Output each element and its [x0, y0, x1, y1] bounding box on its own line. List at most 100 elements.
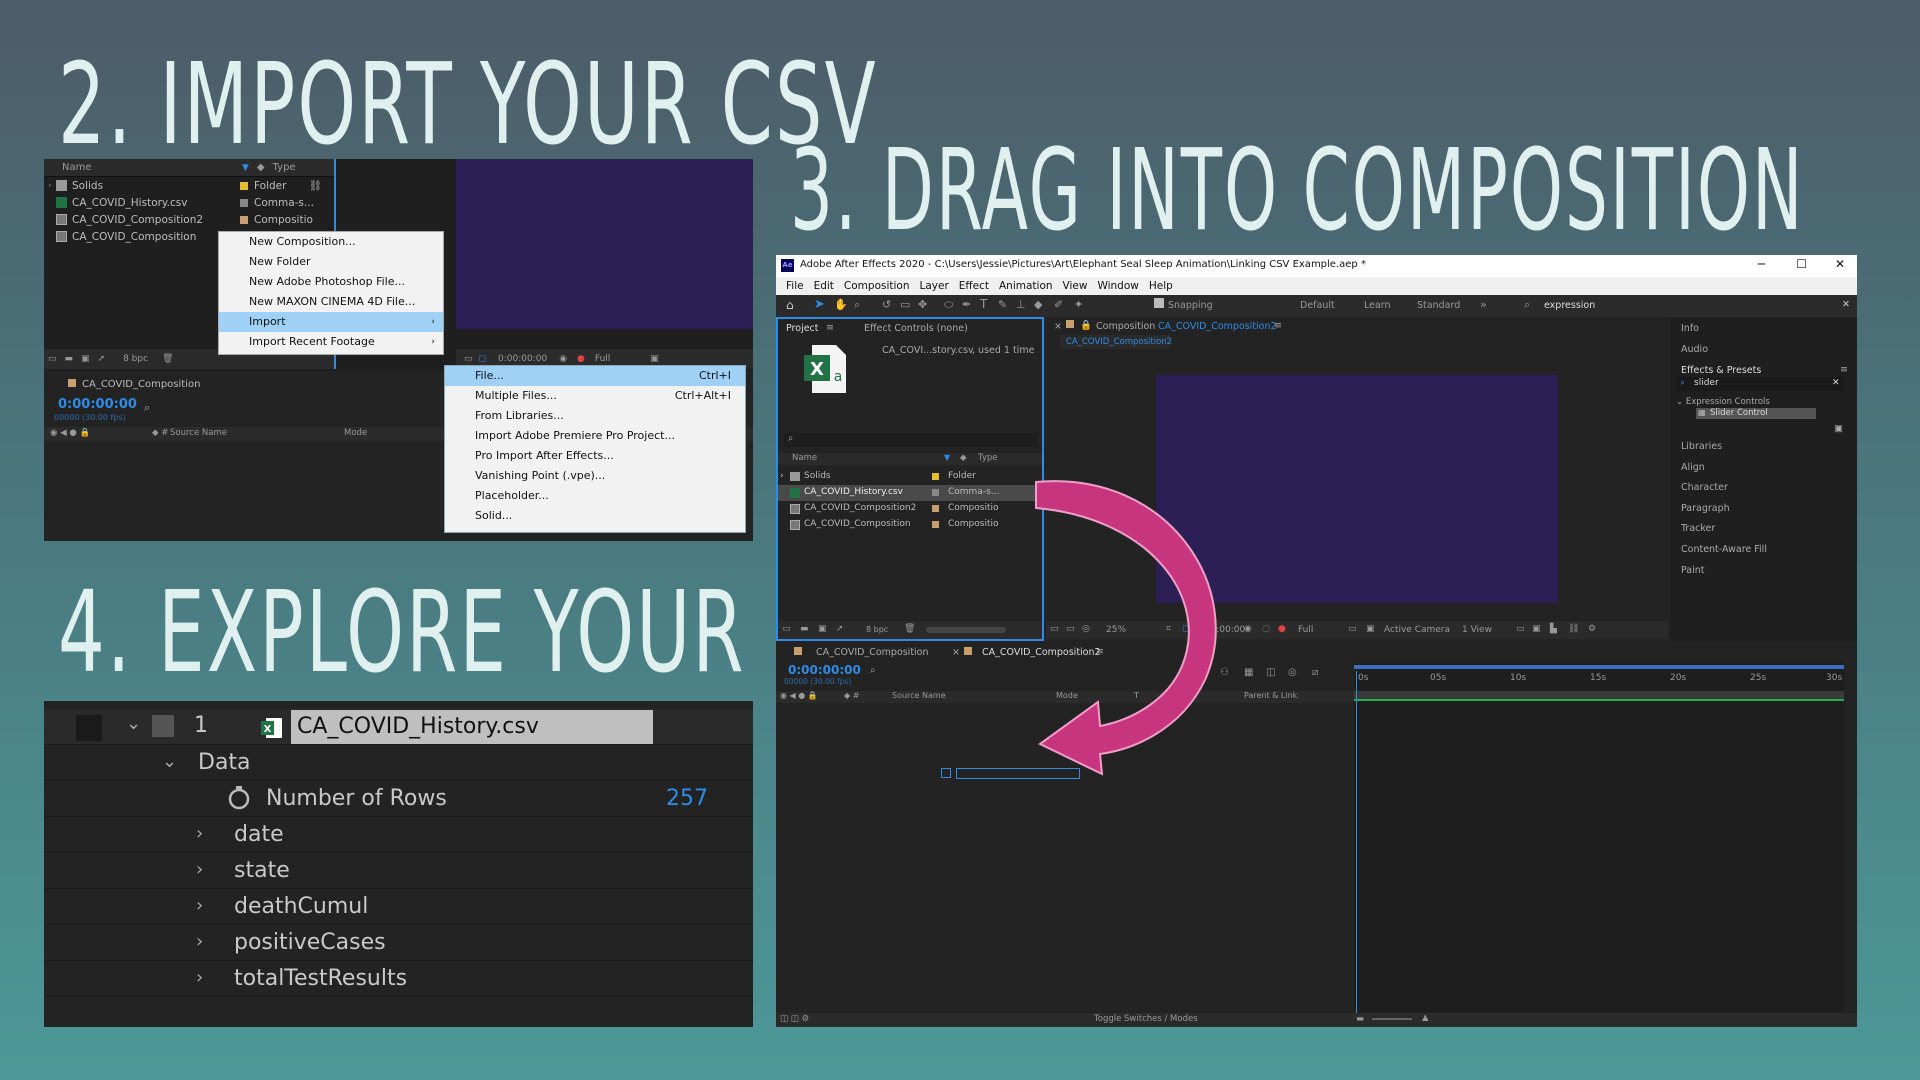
- timeline-graph-area[interactable]: 0s 05s 10s 15s 20s 25s 30s: [1354, 663, 1844, 1019]
- fast-previews-icon[interactable]: ▭: [1348, 624, 1357, 634]
- menu-help[interactable]: Help: [1149, 280, 1173, 292]
- menu-effect[interactable]: Effect: [959, 280, 989, 292]
- character-panel-tab[interactable]: Character: [1681, 482, 1728, 493]
- workspace-default[interactable]: Default: [1300, 300, 1335, 311]
- parent-link-column[interactable]: Parent & Link: [1244, 691, 1297, 700]
- ellipse-tool-icon[interactable]: ⬭: [944, 298, 953, 312]
- motion-blur-icon[interactable]: ◫: [1266, 667, 1275, 678]
- project-item[interactable]: CA_COVID_Composition2 Compositio: [44, 211, 334, 228]
- menu-item-new-photoshop-file[interactable]: New Adobe Photoshop File...: [219, 272, 443, 292]
- bpc-toggle[interactable]: 8 bpc: [866, 625, 888, 634]
- chevron-right-icon[interactable]: ›: [196, 823, 203, 844]
- mode-column[interactable]: Mode: [344, 428, 367, 438]
- resolution-select[interactable]: Full: [1298, 625, 1313, 635]
- panel-menu-icon[interactable]: ≡: [826, 322, 834, 333]
- menu-item-import[interactable]: Import ›: [219, 312, 443, 332]
- view-layout-select[interactable]: 1 View: [1462, 625, 1492, 635]
- transparency-grid-icon[interactable]: ▣: [1366, 624, 1375, 634]
- submenu-item-solid[interactable]: Solid...: [445, 506, 745, 526]
- menu-window[interactable]: Window: [1097, 280, 1138, 292]
- clear-search-icon[interactable]: ✕: [1832, 378, 1840, 388]
- chevron-right-icon[interactable]: ›: [780, 471, 784, 481]
- name-column[interactable]: Name: [62, 162, 242, 173]
- zoom-tool-icon[interactable]: ⌕: [854, 298, 860, 312]
- submenu-item-placeholder[interactable]: Placeholder...: [445, 486, 745, 506]
- submenu-item-multiple-files[interactable]: Multiple Files... Ctrl+Alt+I: [445, 386, 745, 406]
- new-composition-icon[interactable]: ▣: [81, 354, 90, 364]
- viewer-timecode[interactable]: 0:00:00:00: [498, 354, 547, 364]
- menu-edit[interactable]: Edit: [814, 280, 834, 292]
- clear-search-icon[interactable]: ✕: [1842, 299, 1850, 310]
- rotate-tool-icon[interactable]: ↺: [882, 298, 891, 311]
- eraser-tool-icon[interactable]: ◆: [1034, 298, 1042, 311]
- type-column[interactable]: Type: [978, 453, 998, 463]
- info-panel-tab[interactable]: Info: [1681, 323, 1699, 334]
- source-name-column[interactable]: Source Name: [892, 691, 946, 700]
- region-of-interest-icon[interactable]: ◻: [479, 354, 486, 364]
- submenu-item-pro-import[interactable]: Pro Import After Effects...: [445, 446, 745, 466]
- chevron-down-icon[interactable]: ⌄: [126, 713, 141, 734]
- label-swatch[interactable]: [240, 181, 248, 190]
- camera-select[interactable]: Active Camera: [1384, 625, 1450, 635]
- brush-tool-icon[interactable]: ✎: [998, 298, 1007, 311]
- project-search-input[interactable]: ⌕: [784, 433, 1038, 447]
- help-search-input[interactable]: expression: [1544, 300, 1595, 311]
- workspace-learn[interactable]: Learn: [1364, 300, 1391, 311]
- settings-icon[interactable]: ⚙: [1588, 624, 1596, 634]
- project-tab[interactable]: Project: [786, 323, 819, 334]
- new-composition-icon[interactable]: ▣: [818, 624, 827, 634]
- snapshot-icon[interactable]: ▭: [464, 354, 473, 364]
- field-row[interactable]: › deathCumul: [44, 889, 753, 925]
- graph-editor-icon[interactable]: ◎: [1288, 667, 1297, 678]
- libraries-panel-tab[interactable]: Libraries: [1681, 441, 1722, 452]
- menu-item-new-cinema4d-file[interactable]: New MAXON CINEMA 4D File...: [219, 292, 443, 312]
- menu-layer[interactable]: Layer: [920, 280, 949, 292]
- label-swatch[interactable]: [932, 489, 939, 496]
- audio-panel-tab[interactable]: Audio: [1681, 344, 1708, 355]
- interpret-footage-icon[interactable]: ▭: [48, 354, 57, 364]
- menu-item-import-recent-footage[interactable]: Import Recent Footage ›: [219, 332, 443, 352]
- channel-icon[interactable]: ●: [577, 354, 585, 364]
- trash-icon[interactable]: 🗑: [904, 624, 915, 634]
- panel-menu-icon[interactable]: ≡: [1274, 320, 1282, 331]
- label-swatch[interactable]: [240, 215, 248, 224]
- menu-animation[interactable]: Animation: [999, 280, 1053, 292]
- horizontal-scrollbar[interactable]: [926, 627, 1006, 633]
- lock-icon[interactable]: 🔒: [1080, 320, 1092, 331]
- align-panel-tab[interactable]: Align: [1681, 462, 1705, 473]
- chevron-right-icon[interactable]: ›: [196, 931, 203, 952]
- clone-stamp-tool-icon[interactable]: ⊥: [1016, 298, 1026, 311]
- selection-tool-icon[interactable]: ➤: [814, 297, 825, 312]
- zoom-in-icon[interactable]: ▲: [1422, 1013, 1429, 1023]
- tracker-panel-tab[interactable]: Tracker: [1681, 523, 1715, 534]
- project-item[interactable]: CA_COVID_Composition2 Compositio: [778, 501, 1042, 517]
- roto-brush-tool-icon[interactable]: ✐: [1054, 298, 1063, 311]
- reset-exposure-icon[interactable]: ▣: [1532, 624, 1541, 634]
- hand-tool-icon[interactable]: ✋: [834, 298, 848, 311]
- stopwatch-icon[interactable]: [226, 785, 252, 815]
- paragraph-panel-tab[interactable]: Paragraph: [1681, 503, 1730, 514]
- field-row[interactable]: › totalTestResults: [44, 961, 753, 997]
- color-channel-icon[interactable]: ●: [1278, 624, 1286, 634]
- toggle-pixel-aspect-icon[interactable]: ▭: [1516, 624, 1525, 634]
- home-icon[interactable]: ⌂: [786, 298, 794, 312]
- property-value[interactable]: 257: [666, 786, 708, 811]
- new-folder-icon[interactable]: ▬: [65, 354, 74, 364]
- effects-search-input[interactable]: ⌕ slider ✕: [1676, 377, 1844, 391]
- pan-behind-tool-icon[interactable]: ✥: [918, 298, 927, 311]
- composition-name[interactable]: CA_COVID_Composition2: [1158, 321, 1277, 332]
- menu-file[interactable]: File: [786, 280, 804, 292]
- paint-panel-tab[interactable]: Paint: [1681, 565, 1705, 576]
- resolution-select[interactable]: Full: [595, 354, 610, 364]
- timeline-tab[interactable]: CA_COVID_Composition: [816, 647, 929, 658]
- view-options-icon[interactable]: ▣: [650, 354, 659, 364]
- layer-switches-icon[interactable]: ◫ ◫ ⚙: [780, 1014, 809, 1024]
- submenu-item-vanishing-point[interactable]: Vanishing Point (.vpe)...: [445, 466, 745, 486]
- trash-icon[interactable]: 🗑: [162, 354, 173, 364]
- maximize-icon[interactable]: ☐: [1796, 257, 1807, 271]
- interpret-footage-icon[interactable]: ▭: [782, 624, 791, 634]
- current-time-indicator[interactable]: [1356, 671, 1357, 1019]
- render-icon[interactable]: ➚: [98, 354, 106, 364]
- data-group-row[interactable]: ⌄ Data: [44, 745, 753, 781]
- property-row[interactable]: Number of Rows 257: [44, 781, 753, 817]
